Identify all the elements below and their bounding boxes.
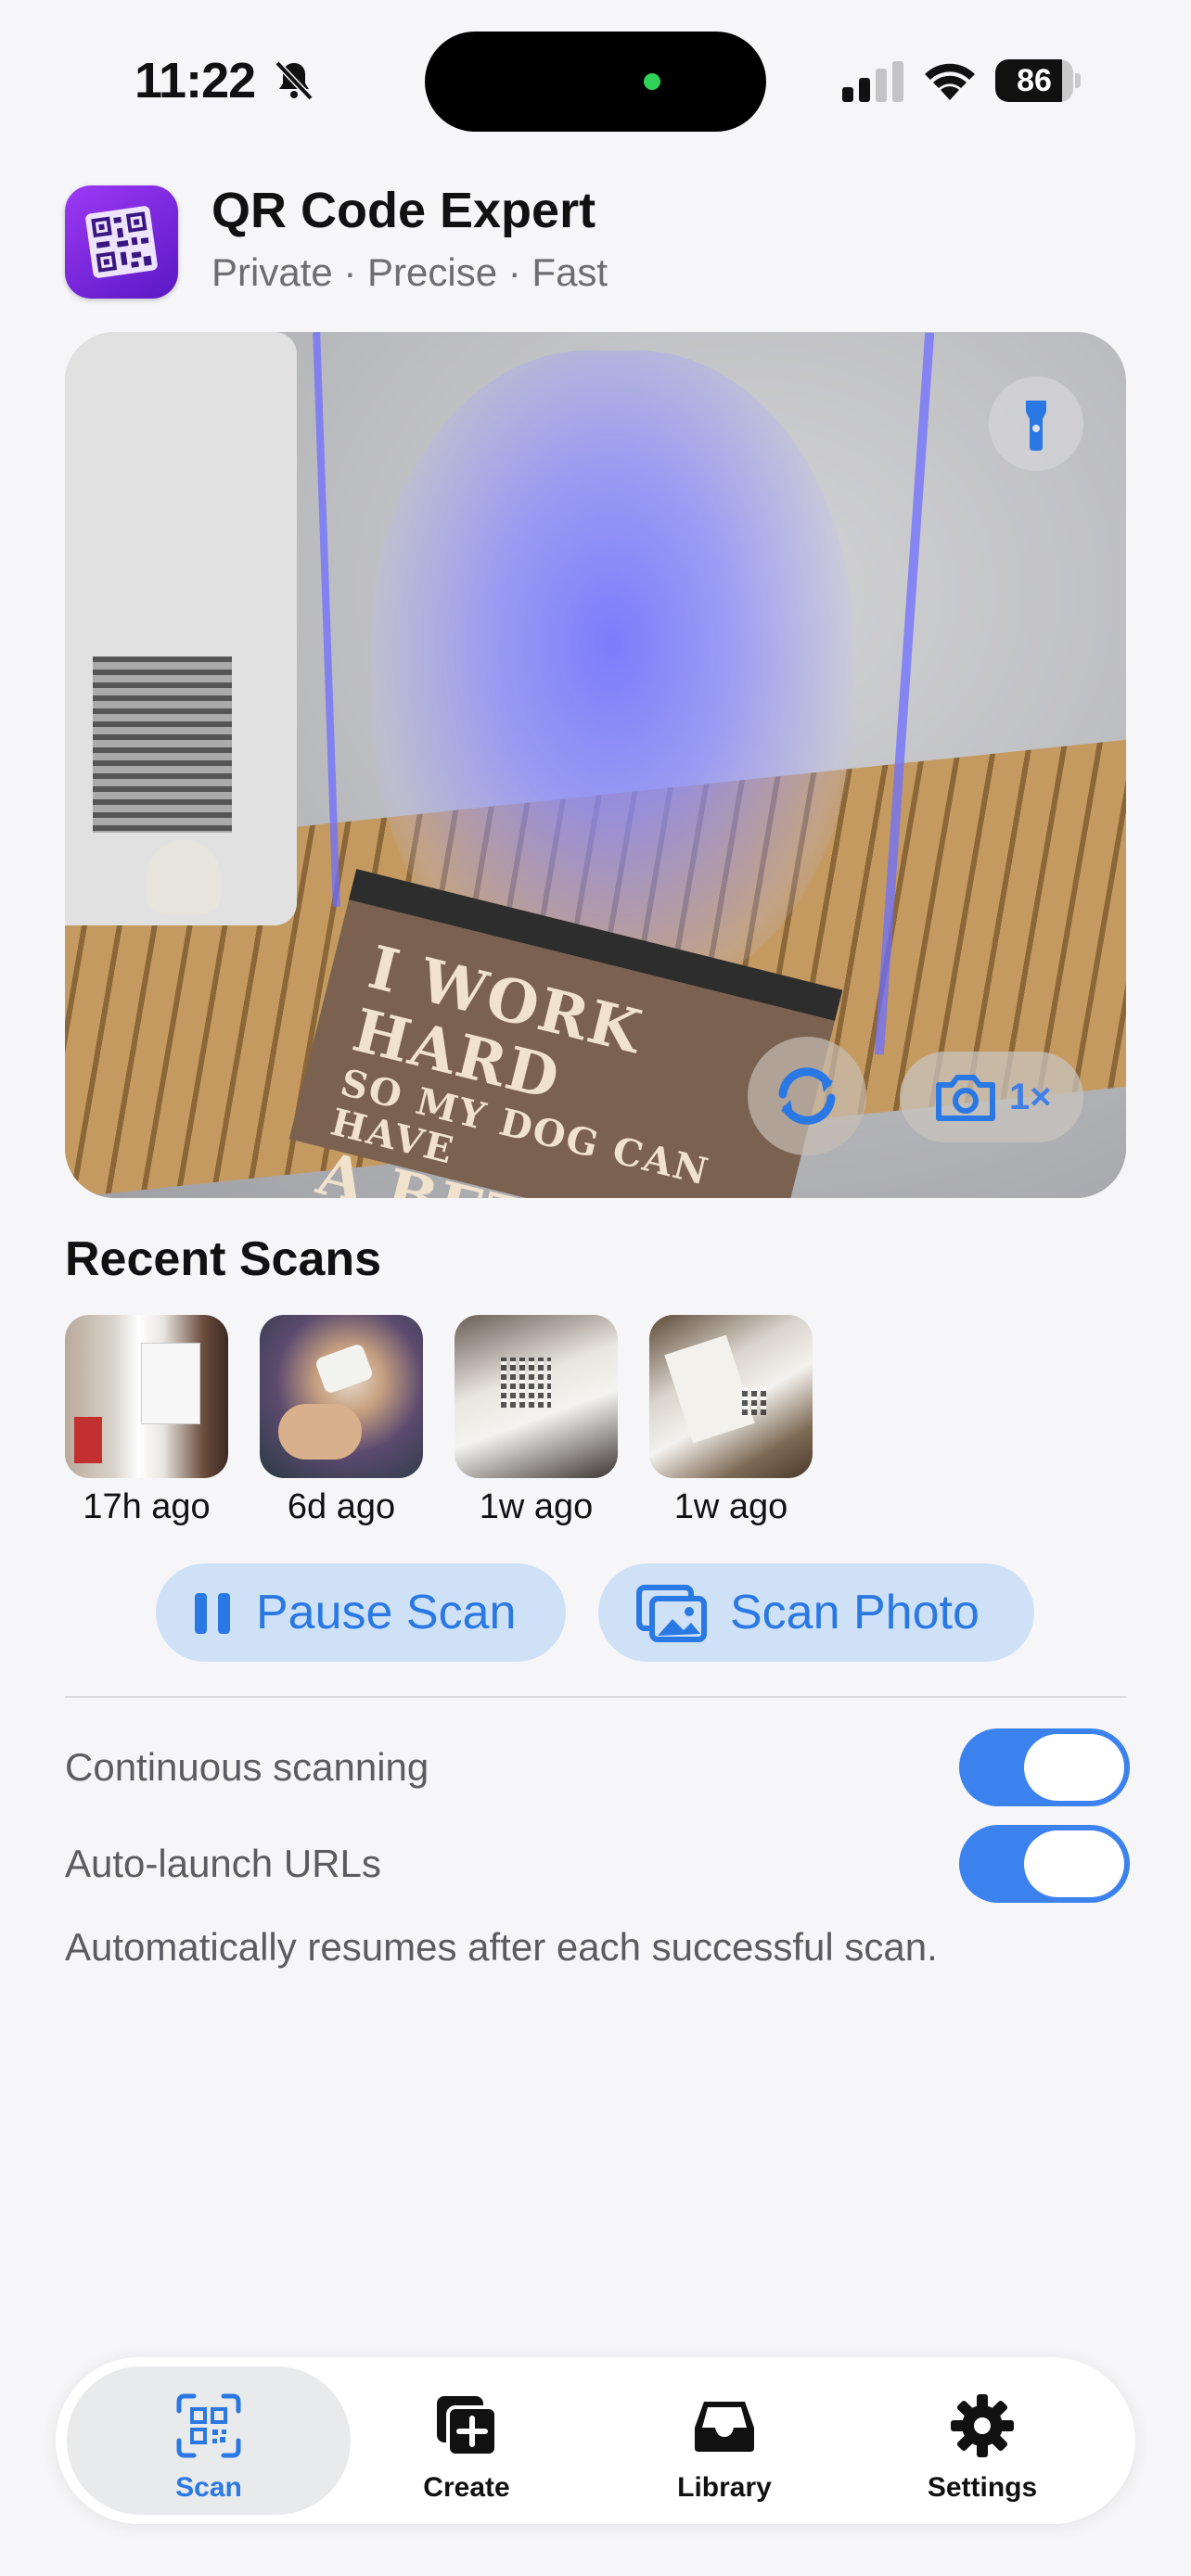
camera-viewfinder[interactable]: I WORK HARD SO MY DOG CAN HAVE A BETTER … [65,332,1126,1198]
recent-scan-time: 6d ago [287,1487,396,1526]
tab-scan-label: Scan [175,2472,242,2503]
qr-scan-icon [176,2393,241,2458]
app-subtitle: Private · Precise · Fast [211,250,608,294]
recent-scan-thumbnail[interactable] [455,1315,618,1478]
status-bar: 11:22 86 [0,0,1191,158]
tab-scan[interactable]: Scan [67,2366,351,2515]
bell-slash-icon [275,60,314,101]
camera-icon [936,1075,995,1121]
gear-icon [951,2394,1014,2457]
flashlight-button[interactable] [989,376,1083,471]
camera-indicator-dot [644,73,660,90]
continuous-scanning-toggle[interactable] [959,1728,1130,1806]
scanning-note: Automatically resumes after each success… [65,1925,938,1969]
flashlight-icon [1026,401,1046,451]
tab-library-label: Library [677,2472,772,2503]
tab-settings[interactable]: Settings [840,2366,1124,2515]
camera-zoom-button[interactable]: 1× [900,1052,1083,1142]
scan-photo-label: Scan Photo [730,1586,980,1639]
cellular-signal-icon [842,61,903,102]
recent-scan-time: 17h ago [83,1487,211,1526]
app-qr-icon [65,185,178,299]
battery-level: 86 [1017,63,1052,98]
divider [65,1696,1126,1698]
dynamic-island [425,32,766,132]
app-title: QR Code Expert [211,183,596,238]
pause-scan-label: Pause Scan [256,1586,517,1639]
tray-icon [695,2402,754,2452]
recent-scan-thumbnail[interactable] [649,1315,813,1478]
camera-flip-icon [778,1067,836,1125]
auto-launch-urls-label: Auto-launch URLs [65,1842,381,1885]
tab-library[interactable]: Library [583,2366,866,2515]
camera-feed-sensor [147,840,221,914]
tab-settings-label: Settings [927,2472,1038,2503]
plus-square-icon [437,2396,498,2457]
tab-create[interactable]: Create [325,2366,608,2515]
recent-scan-thumbnail[interactable] [260,1315,423,1478]
camera-flip-button[interactable] [748,1037,866,1155]
recent-scan-time: 1w ago [479,1487,594,1526]
tab-bar: Scan Create Library Settings [56,2357,1135,2524]
camera-feed-appliance [65,332,297,925]
continuous-scanning-label: Continuous scanning [65,1745,429,1789]
recent-scans-title: Recent Scans [65,1232,382,1286]
pause-scan-button[interactable]: Pause Scan [156,1563,566,1662]
recent-scan-thumbnail[interactable] [65,1315,228,1478]
wifi-icon [925,63,975,100]
recent-scan-time: 1w ago [673,1487,788,1526]
pause-icon [195,1593,230,1634]
photos-icon [636,1585,707,1642]
battery-icon: 86 [995,59,1081,102]
zoom-level-label: 1× [1009,1077,1052,1117]
status-time: 11:22 [134,53,256,108]
scan-photo-button[interactable]: Scan Photo [598,1563,1034,1662]
auto-launch-urls-toggle[interactable] [959,1825,1130,1903]
tab-create-label: Create [423,2472,510,2503]
